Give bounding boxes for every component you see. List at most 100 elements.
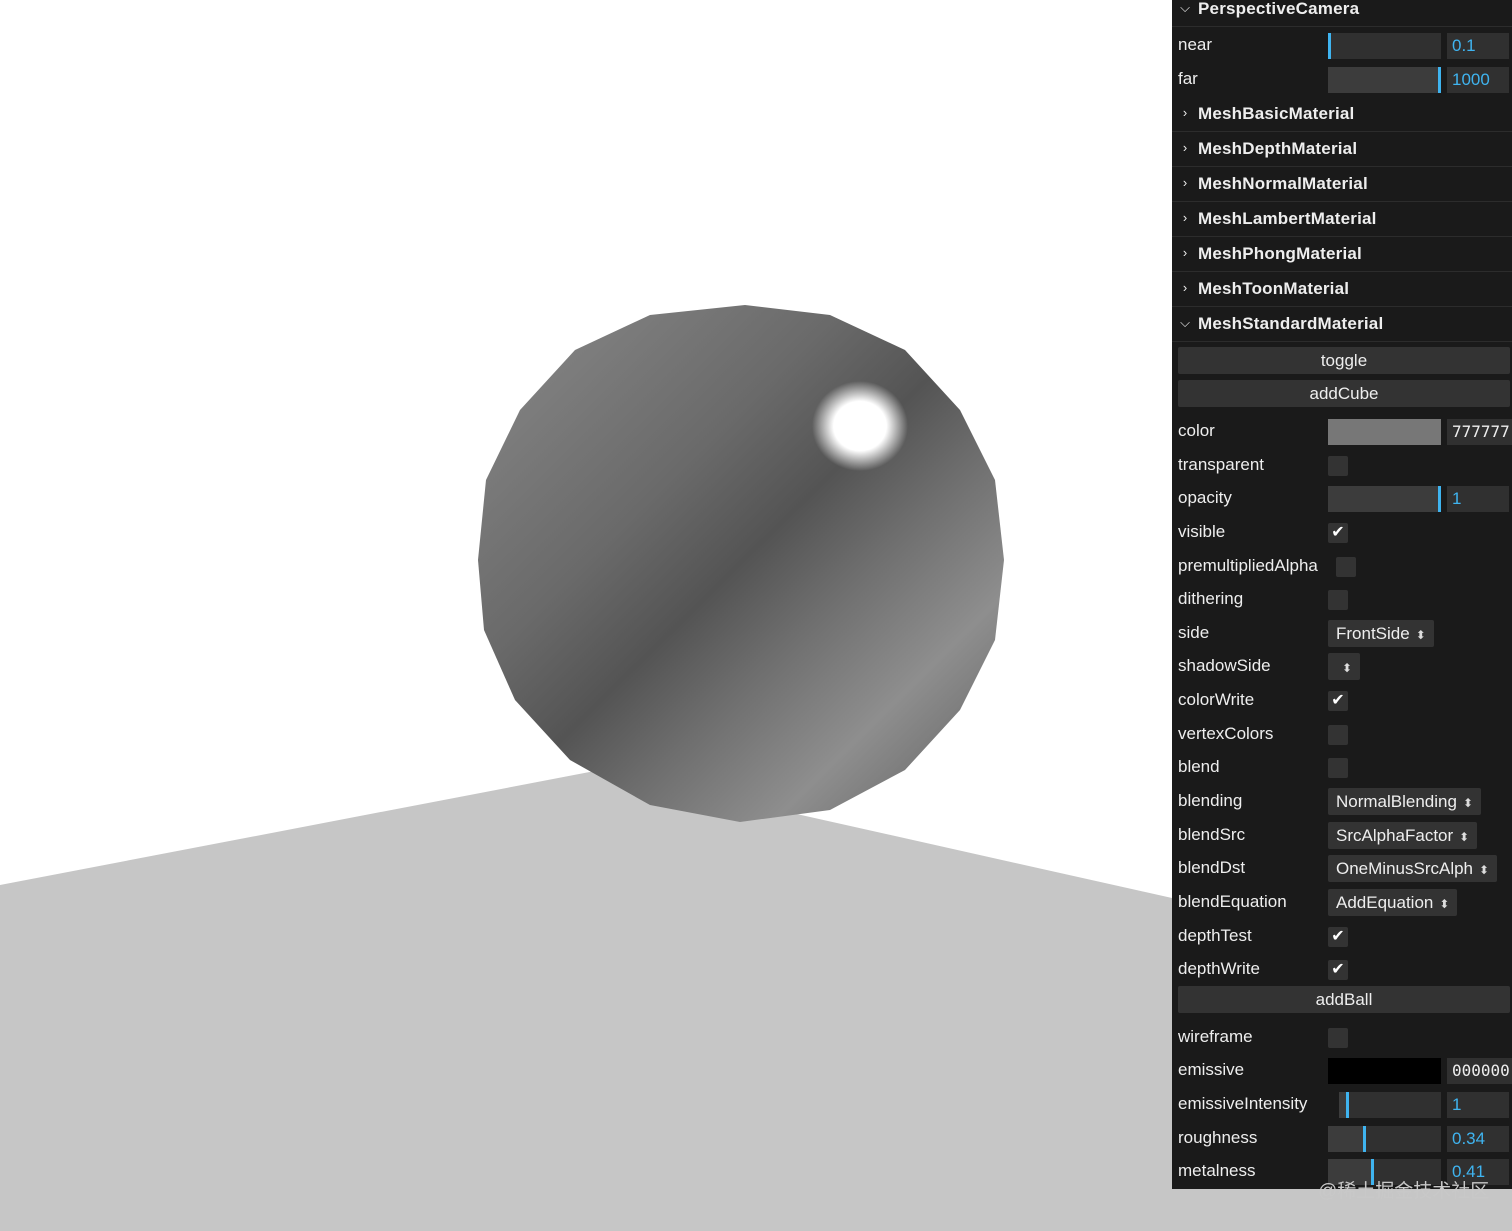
transparent-checkbox[interactable] (1328, 456, 1348, 476)
control-wireframe: wireframe (1172, 1019, 1512, 1053)
control-blend: blend (1172, 749, 1512, 783)
control-label: blendSrc (1178, 825, 1246, 844)
emissive-color-swatch[interactable] (1328, 1058, 1441, 1084)
control-blend-dst: blendDst OneMinusSrcAlph ⬍ (1172, 850, 1512, 884)
color-write-checkbox[interactable]: ✔ (1328, 691, 1348, 711)
control-label: blend (1178, 757, 1220, 776)
far-slider[interactable] (1328, 67, 1441, 93)
control-side: side FrontSide ⬍ (1172, 615, 1512, 649)
control-label: emissiveIntensity (1178, 1094, 1308, 1113)
visible-checkbox[interactable]: ✔ (1328, 523, 1348, 543)
control-add-cube: addCube (1172, 376, 1512, 410)
vertex-colors-checkbox[interactable] (1328, 725, 1348, 745)
blend-dst-select[interactable]: OneMinusSrcAlph ⬍ (1328, 855, 1498, 882)
premultiplied-alpha-checkbox[interactable] (1336, 557, 1356, 577)
control-blending: blending NormalBlending ⬍ (1172, 783, 1512, 817)
dithering-checkbox[interactable] (1328, 590, 1348, 610)
updown-arrows-icon: ⬍ (1459, 830, 1470, 844)
control-shadow-side: shadowSide ⬍ (1172, 648, 1512, 682)
emissive-intensity-input[interactable]: 1 (1447, 1092, 1509, 1118)
control-opacity: opacity 1 (1172, 480, 1512, 514)
shadow-side-select[interactable]: ⬍ (1328, 653, 1361, 680)
roughness-input[interactable]: 0.34 (1447, 1126, 1509, 1152)
blend-equation-select[interactable]: AddEquation ⬍ (1328, 889, 1458, 916)
control-label: wireframe (1178, 1027, 1253, 1046)
control-label: far (1178, 69, 1198, 88)
select-value: SrcAlphaFactor (1336, 826, 1454, 845)
depth-write-checkbox[interactable]: ✔ (1328, 960, 1348, 980)
blending-select[interactable]: NormalBlending ⬍ (1328, 788, 1482, 815)
blend-src-select[interactable]: SrcAlphaFactor ⬍ (1328, 822, 1478, 849)
select-value: AddEquation (1336, 893, 1434, 912)
slider-fill (1328, 486, 1441, 512)
folder-mesh-normal-material[interactable]: › MeshNormalMaterial (1172, 167, 1512, 202)
folder-title: MeshDepthMaterial (1198, 139, 1358, 158)
add-cube-button[interactable]: addCube (1178, 380, 1510, 407)
folder-title: MeshBasicMaterial (1198, 104, 1355, 123)
updown-arrows-icon: ⬍ (1479, 863, 1490, 877)
opacity-input[interactable]: 1 (1447, 486, 1509, 512)
control-label: blending (1178, 791, 1243, 810)
depth-test-checkbox[interactable]: ✔ (1328, 927, 1348, 947)
chevron-down-icon: ⌵ (1180, 315, 1190, 330)
control-emissive-intensity: emissiveIntensity 1 (1172, 1086, 1512, 1120)
toggle-button[interactable]: toggle (1178, 347, 1510, 374)
sphere-mesh (478, 305, 1004, 822)
chevron-right-icon: › (1182, 175, 1188, 190)
control-label: near (1178, 35, 1213, 54)
control-label: side (1178, 623, 1210, 642)
chevron-right-icon: › (1182, 140, 1188, 155)
control-far: far 1000 (1172, 61, 1512, 95)
folder-title: MeshToonMaterial (1198, 279, 1350, 298)
control-vertex-colors: vertexColors (1172, 716, 1512, 750)
control-label: colorWrite (1178, 690, 1255, 709)
blend-checkbox[interactable] (1328, 758, 1348, 778)
folder-mesh-toon-material[interactable]: › MeshToonMaterial (1172, 272, 1512, 307)
add-ball-button[interactable]: addBall (1178, 986, 1510, 1013)
control-label: depthWrite (1178, 959, 1260, 978)
chevron-right-icon: › (1182, 105, 1188, 120)
wireframe-checkbox[interactable] (1328, 1028, 1348, 1048)
updown-arrows-icon: ⬍ (1439, 897, 1450, 911)
roughness-slider[interactable] (1328, 1126, 1441, 1152)
control-label: shadowSide (1178, 656, 1271, 675)
control-premultiplied-alpha: premultipliedAlpha (1172, 548, 1512, 582)
emissive-intensity-slider[interactable] (1339, 1092, 1441, 1118)
chevron-down-icon: ⌵ (1180, 0, 1190, 15)
opacity-slider[interactable] (1328, 486, 1441, 512)
gui-control-panel: ⌵ PerspectiveCamera near 0.1 far 1000 › … (1172, 0, 1512, 1189)
folder-mesh-depth-material[interactable]: › MeshDepthMaterial (1172, 132, 1512, 167)
side-select[interactable]: FrontSide ⬍ (1328, 620, 1434, 647)
color-hex-input[interactable]: 777777 (1447, 419, 1512, 445)
near-input[interactable]: 0.1 (1447, 33, 1509, 59)
slider-fill (1328, 1126, 1367, 1152)
color-swatch[interactable] (1328, 419, 1441, 445)
folder-perspective-camera[interactable]: ⌵ PerspectiveCamera (1172, 0, 1512, 27)
folder-mesh-basic-material[interactable]: › MeshBasicMaterial (1172, 97, 1512, 132)
control-blend-equation: blendEquation AddEquation ⬍ (1172, 884, 1512, 918)
folder-title: MeshLambertMaterial (1198, 209, 1377, 228)
control-visible: visible ✔ (1172, 514, 1512, 548)
near-slider[interactable] (1328, 33, 1441, 59)
watermark-text: @稀土掘金技术社区 (1318, 1181, 1490, 1202)
control-label: transparent (1178, 455, 1264, 474)
control-depth-write: depthWrite ✔ (1172, 951, 1512, 985)
folder-title: PerspectiveCamera (1198, 0, 1360, 18)
control-near: near 0.1 (1172, 27, 1512, 61)
select-value: OneMinusSrcAlph (1336, 859, 1474, 878)
control-label: dithering (1178, 589, 1244, 608)
far-input[interactable]: 1000 (1447, 67, 1509, 93)
control-label: vertexColors (1178, 724, 1274, 743)
select-value: NormalBlending (1336, 792, 1457, 811)
folder-mesh-standard-material[interactable]: ⌵ MeshStandardMaterial (1172, 307, 1512, 342)
slider-fill (1328, 33, 1331, 59)
control-label: blendEquation (1178, 892, 1287, 911)
control-add-ball: addBall (1172, 982, 1512, 1016)
control-label: color (1178, 421, 1215, 440)
control-emissive: emissive 000000 (1172, 1052, 1512, 1086)
folder-mesh-phong-material[interactable]: › MeshPhongMaterial (1172, 237, 1512, 272)
emissive-hex-input[interactable]: 000000 (1447, 1058, 1512, 1084)
folder-mesh-lambert-material[interactable]: › MeshLambertMaterial (1172, 202, 1512, 237)
control-label: metalness (1178, 1161, 1256, 1180)
control-label: roughness (1178, 1128, 1258, 1147)
